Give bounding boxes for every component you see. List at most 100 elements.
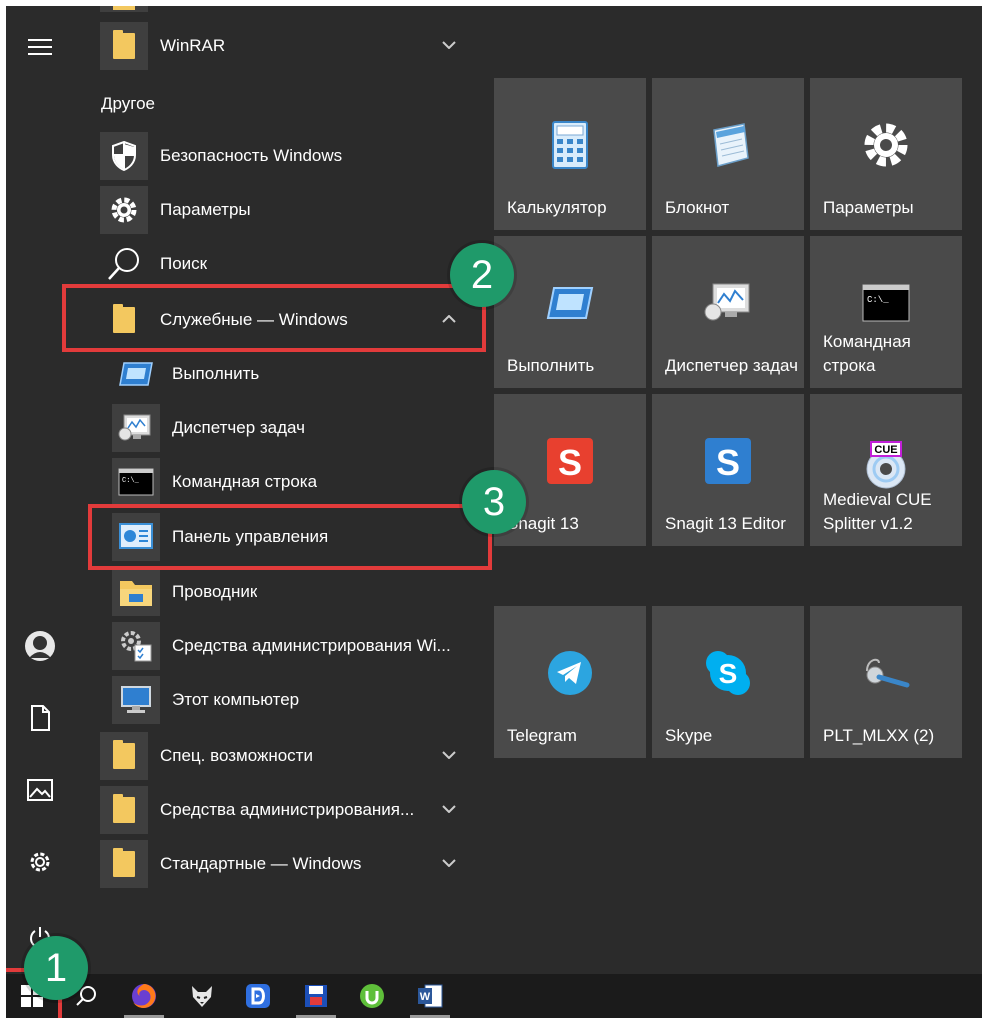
chevron-down-icon[interactable] [440, 800, 458, 818]
app-label: Выполнить [172, 364, 260, 383]
tile-label: Snagit 13 Editor [665, 514, 786, 533]
list-item-partial [100, 6, 148, 12]
d-app-icon[interactable] [234, 974, 282, 1018]
highlight-box-2 [62, 284, 486, 352]
computer-icon [112, 676, 160, 724]
tile-label: Диспетчер задач [665, 356, 798, 375]
tile-cue-splitter[interactable]: CUE Medieval CUE Splitter v1.2 [810, 394, 962, 546]
cue-splitter-icon: CUE [810, 438, 962, 492]
svg-text:S: S [719, 658, 738, 689]
tile-plt-mlxx[interactable]: PLT_MLXX (2) [810, 606, 962, 758]
tile-telegram[interactable]: Telegram [494, 606, 646, 758]
app-run[interactable]: Выполнить [112, 348, 466, 400]
run-icon [494, 276, 646, 330]
notepad-icon [652, 118, 804, 172]
callout-badge-3: 3 [462, 470, 526, 534]
app-settings[interactable]: Параметры [100, 184, 466, 236]
tile-snagit-editor[interactable]: S Snagit 13 Editor [652, 394, 804, 546]
app-explorer[interactable]: Проводник [112, 566, 466, 618]
app-label: Диспетчер задач [172, 418, 305, 437]
tile-cmd[interactable]: C:\_ Командная строка [810, 236, 962, 388]
start-menu-screen: WinRAR Другое Безопасность Windows Парам… [6, 6, 982, 1018]
app-windows-security[interactable]: Безопасность Windows [100, 130, 466, 182]
app-label: Спец. возможности [160, 746, 313, 765]
app-label: Стандартные — Windows [160, 854, 362, 873]
tile-label: Параметры [823, 198, 914, 217]
app-label: Средства администрирования Wi... [172, 636, 451, 655]
floppy-icon[interactable] [292, 974, 340, 1018]
folder-icon [100, 732, 148, 780]
gear-icon [100, 186, 148, 234]
admin-tools-icon [112, 622, 160, 670]
app-list[interactable]: WinRAR Другое Безопасность Windows Парам… [74, 6, 474, 974]
section-header: Другое [101, 94, 156, 113]
tile-label: Калькулятор [507, 198, 607, 217]
settings-icon[interactable] [14, 836, 66, 888]
folder-icon [100, 840, 148, 888]
highlight-box-3 [88, 504, 492, 570]
tile-notepad[interactable]: Блокнот [652, 78, 804, 230]
calculator-icon [494, 118, 646, 172]
tile-calculator[interactable]: Калькулятор [494, 78, 646, 230]
app-label: WinRAR [160, 36, 226, 55]
running-indicator [410, 1015, 450, 1018]
app-cmd[interactable]: C:\_ Командная строка [112, 456, 466, 508]
chevron-down-icon[interactable] [440, 854, 458, 872]
app-label: Поиск [160, 254, 208, 273]
app-label: Этот компьютер [172, 690, 300, 709]
headset-icon [810, 646, 962, 700]
app-label: Проводник [172, 582, 258, 601]
utorrent-icon[interactable] [348, 974, 396, 1018]
snagit-editor-icon: S [652, 434, 804, 488]
app-label: Командная строка [172, 472, 318, 491]
app-this-pc[interactable]: Этот компьютер [112, 674, 466, 726]
callout-badge-1: 1 [24, 936, 88, 1000]
tile-label: Skype [665, 726, 713, 745]
app-admin-folder[interactable]: Средства администрирования... [100, 784, 466, 836]
shield-icon [100, 132, 148, 180]
word-icon[interactable]: W [406, 974, 454, 1018]
app-label: Средства администрирования... [160, 800, 415, 819]
cmd-icon: C:\_ [810, 276, 962, 330]
svg-text:S: S [558, 442, 582, 483]
folder-icon [100, 786, 148, 834]
tile-run[interactable]: Выполнить [494, 236, 646, 388]
menu-icon[interactable] [14, 21, 66, 73]
app-task-manager[interactable]: Диспетчер задач [112, 402, 466, 454]
taskbar: W [6, 974, 982, 1018]
tile-skype[interactable]: S Skype [652, 606, 804, 758]
app-search[interactable]: Поиск [100, 238, 466, 290]
explorer-icon [112, 568, 160, 616]
chevron-down-icon[interactable] [440, 36, 458, 54]
app-label: Безопасность Windows [160, 146, 343, 165]
skype-icon: S [652, 646, 804, 700]
folder-icon [100, 22, 148, 70]
app-winrar[interactable]: WinRAR [100, 20, 466, 72]
tile-label: PLT_MLXX (2) [823, 726, 935, 745]
avatar[interactable] [14, 620, 66, 672]
app-admin-tools[interactable]: Средства администрирования Wi... [112, 620, 466, 672]
running-indicator [296, 1015, 336, 1018]
chevron-down-icon[interactable] [440, 746, 458, 764]
task-manager-icon [112, 404, 160, 452]
app-label: Параметры [160, 200, 251, 219]
svg-text:S: S [716, 442, 740, 483]
fox-icon[interactable] [178, 974, 226, 1018]
app-accessories[interactable]: Стандартные — Windows [100, 838, 466, 890]
tile-label: Medieval CUE Splitter v1.2 [823, 490, 932, 533]
tile-label: Командная строка [823, 332, 911, 375]
svg-text:C:\_: C:\_ [867, 295, 889, 305]
tile-settings[interactable]: Параметры [810, 78, 962, 230]
pictures-icon[interactable] [14, 764, 66, 816]
tile-label: Telegram [507, 726, 577, 745]
cue-badge: CUE [874, 444, 897, 456]
search-icon [100, 240, 148, 288]
task-manager-icon [652, 276, 804, 330]
document-icon[interactable] [14, 692, 66, 744]
tile-label: Выполнить [507, 356, 595, 375]
app-accessibility[interactable]: Спец. возможности [100, 730, 466, 782]
tile-task-manager[interactable]: Диспетчер задач [652, 236, 804, 388]
firefox-icon[interactable] [120, 974, 168, 1018]
tile-label: Snagit 13 [507, 514, 579, 533]
svg-text:C:\_: C:\_ [122, 477, 140, 485]
